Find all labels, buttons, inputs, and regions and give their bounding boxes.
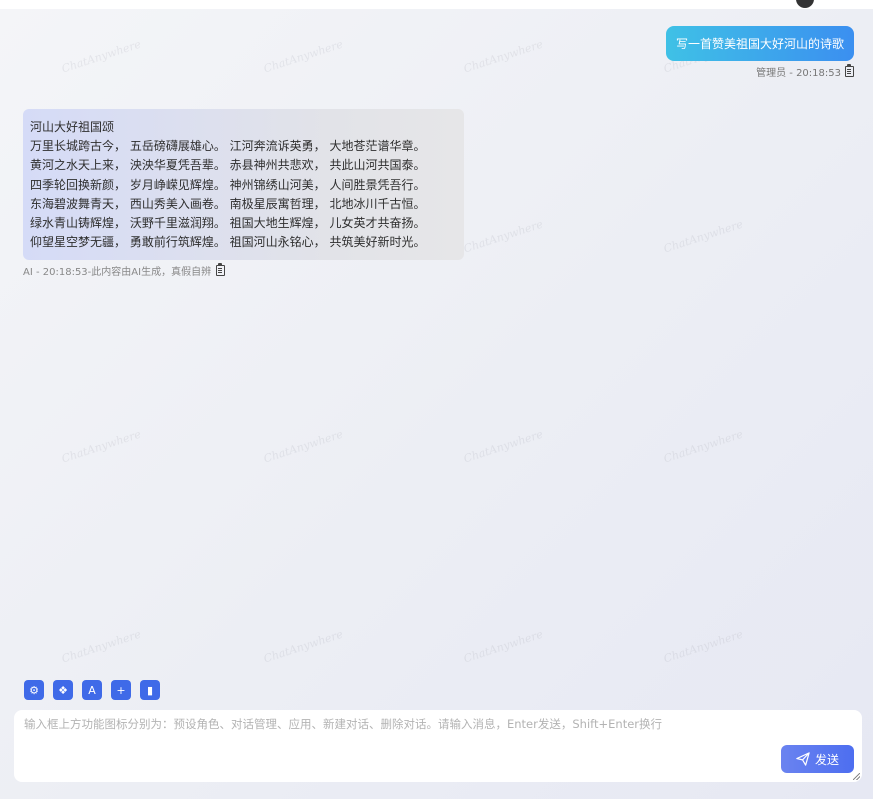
poem-line: 东海碧波舞青天， 西山秀美入画卷。 南极星辰寓哲理， 北地冰川千古恒。 [30,196,426,211]
add-chat-icon: + [116,683,126,697]
poem-title: 河山大好祖国颂 [30,120,115,134]
watermark: ChatAnywhere [462,37,545,76]
send-label: 发送 [814,752,839,767]
watermark: ChatAnywhere [60,627,143,666]
message-composer: 发送 [14,710,862,782]
resize-handle[interactable] [853,773,860,780]
watermark: ChatAnywhere [662,427,745,466]
app-store-icon: A [88,683,96,697]
watermark: ChatAnywhere [262,627,345,666]
user-message-text: 写一首赞美祖国大好河山的诗歌 [675,37,844,51]
clipboard-icon[interactable] [845,64,854,77]
message-input[interactable] [24,716,784,746]
watermark: ChatAnywhere [60,427,143,466]
poem-line: 四季轮回换新颜， 岁月峥嵘见辉煌。 神州锦绣山河美， 人间胜景凭吾行。 [30,177,426,192]
send-button[interactable]: 发送 [781,745,854,773]
conversation-manage-button[interactable]: ❖ [53,680,73,700]
user-message-meta: 管理员 - 20:18:53 [756,64,854,79]
apps-button[interactable]: A [82,680,102,700]
user-message-timestamp: 管理员 - 20:18:53 [756,68,841,79]
ai-message-meta: AI - 20:18:53-此内容由AI生成，真假自辨 [23,263,226,278]
composer-toolbar: ⚙ ❖ A + ▮ [24,680,160,700]
ai-message-bubble: 河山大好祖国颂 万里长城跨古今， 五岳磅礴展雄心。 江河奔流诉英勇， 大地苍茫谱… [23,109,464,260]
watermark: ChatAnywhere [60,37,143,76]
delete-chat-button[interactable]: ▮ [140,680,160,700]
watermark: ChatAnywhere [262,37,345,76]
gear-icon: ⚙ [29,683,39,697]
poem-line: 绿水青山铸辉煌， 沃野千里滋润翔。 祖国大地生辉煌， 儿女英才共奋扬。 [30,216,426,231]
preset-role-button[interactable]: ⚙ [24,680,44,700]
top-bar [0,0,873,9]
watermark: ChatAnywhere [262,427,345,466]
watermark: ChatAnywhere [462,427,545,466]
poem-line: 万里长城跨古今， 五岳磅礴展雄心。 江河奔流诉英勇， 大地苍茫谱华章。 [30,139,426,154]
watermark: ChatAnywhere [462,217,545,256]
paper-plane-icon [796,752,810,766]
clipboard-icon[interactable] [216,263,226,276]
ai-message-timestamp: AI - 20:18:53-此内容由AI生成，真假自辨 [23,267,212,278]
watermark: ChatAnywhere [462,627,545,666]
watermark: ChatAnywhere [662,217,745,256]
watermark: ChatAnywhere [662,627,745,666]
new-chat-button[interactable]: + [111,680,131,700]
chat-bubbles-icon: ❖ [58,683,68,697]
poem-line: 黄河之水天上来， 泱泱华夏凭吾辈。 赤县神州共悲欢， 共此山河共国泰。 [30,158,426,173]
user-message-bubble: 写一首赞美祖国大好河山的诗歌 [665,26,854,61]
poem-line: 仰望星空梦无疆， 勇敢前行筑辉煌。 祖国河山永铭心， 共筑美好新时光。 [30,235,426,250]
trash-icon: ▮ [146,683,154,697]
